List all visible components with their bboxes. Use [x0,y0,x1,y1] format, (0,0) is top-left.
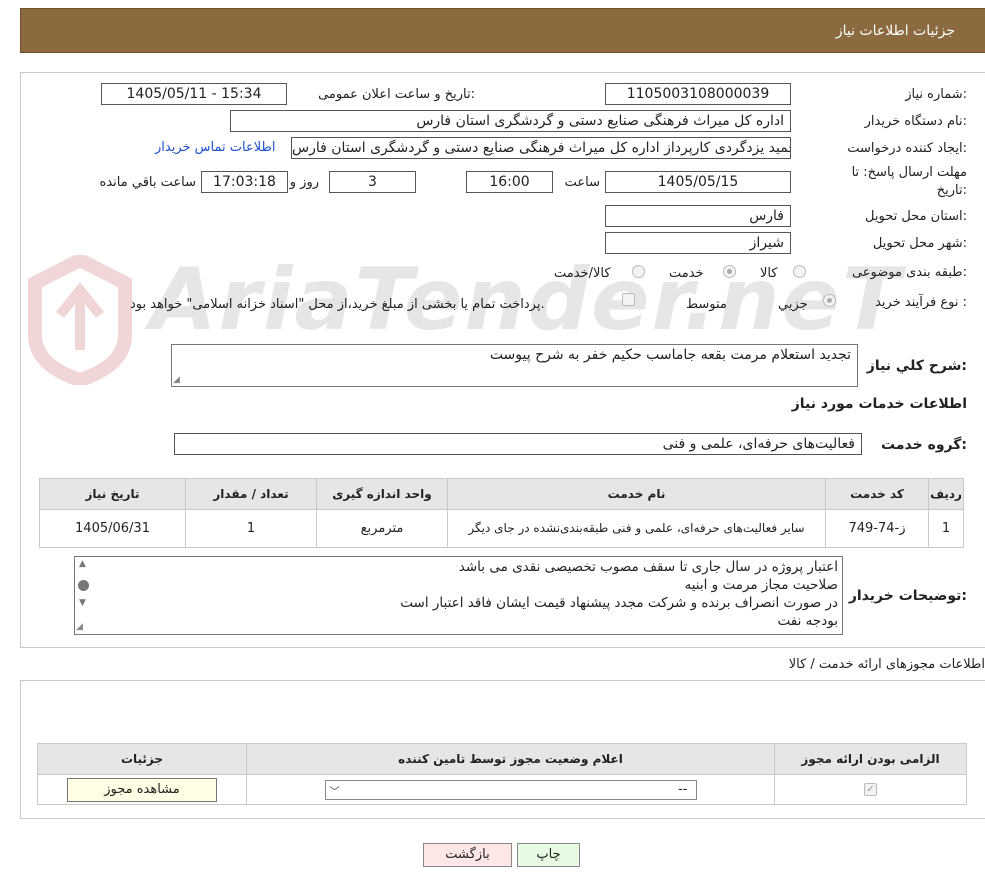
buyer-contact-link[interactable]: اطلاعات تماس خریدار [155,140,275,155]
days-label: روز و [289,175,319,190]
process-medium-label: متوسط [686,297,727,312]
row-unit: مترمربع [316,509,448,548]
announce-date-label: تاریخ و ساعت اعلان عمومی: [318,87,475,102]
permit-required-checkbox[interactable]: ✓ [864,783,877,796]
table-row: ✓ -- ﹀ مشاهده مجوز [37,774,967,805]
table-row: 1 ز-74-749 سایر فعالیت‌های حرفه‌ای، علمی… [39,509,964,548]
col-row: ردیف [928,478,964,510]
view-permit-button[interactable]: مشاهده مجوز [67,777,217,802]
city-label: شهر محل تحویل: [872,236,967,251]
page-header: جزئیات اطلاعات نیاز [20,8,985,53]
summary-label: شرح کلي نياز: [866,358,967,374]
services-section-title: اطلاعات خدمات مورد نیاز [791,396,967,412]
row-qty: 1 [185,509,317,548]
category-goods-radio[interactable] [793,265,806,278]
province-field: فارس [605,205,791,227]
col-code: کد خدمت [825,478,929,510]
process-minor-label: جزیي [778,297,808,312]
print-button[interactable]: چاپ [517,843,580,867]
back-button[interactable]: بازگشت [423,843,512,867]
category-service-label: خدمت [669,266,704,281]
deadline-time-label: ساعت [564,175,600,190]
services-table-header: ردیف کد خدمت نام خدمت واحد اندازه گیری ت… [39,478,964,510]
row-name: سایر فعالیت‌های حرفه‌ای، علمی و فنی طبقه… [447,509,826,548]
need-number-field: 1105003108000039 [605,83,791,105]
notes-line: بودجه نفت [777,613,838,629]
category-both-radio[interactable] [632,265,645,278]
permits-section-title: اطلاعات مجوزهای ارائه خدمت / کالا [788,657,985,672]
notes-line: در صورت انصراف برنده و شرکت مجدد پیشنهاد… [400,595,838,611]
col-name: نام خدمت [447,478,826,510]
summary-textarea[interactable]: تجدید استعلام مرمت بقعه جاماسب حکیم خفر … [171,344,858,387]
summary-text: تجدید استعلام مرمت بقعه جاماسب حکیم خفر … [489,347,851,363]
treasury-payment-checkbox[interactable] [622,293,635,306]
notes-line: صلاحیت مجاز مرمت و ابنیه [684,577,838,593]
province-label: استان محل تحویل: [865,209,967,224]
permit-required-cell: ✓ [774,774,967,805]
watermark-logo-icon [25,252,135,389]
deadline-time-field: 16:00 [466,171,553,193]
process-type-label: نوع فرآیند خرید : [875,295,967,310]
deadline-date-label: تاریخ: [936,183,967,198]
permit-status-cell: -- ﹀ [246,774,775,805]
days-remaining-field: 3 [329,171,416,193]
notes-scroll-thumb-icon[interactable] [78,580,89,591]
buyer-name-field: اداره کل میراث فرهنگی صنایع دستی و گردشگ… [230,110,791,132]
page-title: جزئیات اطلاعات نیاز [835,23,955,39]
request-creator-field: سیدحمید یزدگردی کارپرداز اداره کل میراث … [291,137,791,159]
permits-table-header: الزامی بودن ارائه مجوز اعلام وضعیت مجوز … [37,743,967,775]
col-permit-details: جزئیات [37,743,247,775]
col-qty: تعداد / مقدار [185,478,317,510]
row-date: 1405/06/31 [39,509,186,548]
permits-table: الزامی بودن ارائه مجوز اعلام وضعیت مجوز … [37,743,967,805]
textarea-resize-icon[interactable]: ◢ [173,375,180,385]
col-unit: واحد اندازه گیری [316,478,448,510]
row-code: ز-74-749 [825,509,929,548]
buyer-name-label: نام دستگاه خریدار: [864,114,967,129]
category-goods-label: کالا [760,266,778,281]
row-index: 1 [928,509,964,548]
category-label: طبقه بندی موضوعی: [851,265,967,280]
buyer-notes-textarea[interactable]: اعتبار پروژه در سال جاری تا سقف مصوب تخص… [74,556,843,635]
request-creator-label: ایجاد کننده درخواست: [847,141,967,156]
textarea-resize-icon[interactable]: ◢ [76,622,83,632]
category-service-radio[interactable] [723,265,736,278]
category-both-label: کالا/خدمت [554,266,611,281]
need-number-label: شماره نیاز: [905,87,967,102]
buyer-notes-label: توضیحات خریدار: [848,588,967,604]
col-permit-status: اعلام وضعیت مجوز توسط تامین کننده [246,743,775,775]
select-value: -- [678,781,688,797]
notes-scroll-up-icon[interactable]: ▲ [79,559,86,569]
service-group-field: فعالیت‌های حرفه‌ای، علمی و فنی [174,433,862,455]
treasury-payment-note: پرداخت تمام یا بخشی از مبلغ خرید،از محل … [130,297,545,312]
service-group-label: گروه خدمت: [881,437,967,453]
process-minor-radio[interactable] [823,294,836,307]
deadline-date-field: 1405/05/15 [605,171,791,193]
remaining-time-field: 17:03:18 [201,171,288,193]
col-date: تاریخ نیاز [39,478,186,510]
announce-date-field: 1405/05/11 - 15:34 [101,83,287,105]
permit-details-cell: مشاهده مجوز [37,774,247,805]
col-permit-required: الزامی بودن ارائه مجوز [774,743,967,775]
notes-scroll-down-icon[interactable]: ▼ [79,598,86,608]
notes-line: اعتبار پروژه در سال جاری تا سقف مصوب تخص… [458,559,838,575]
city-field: شیراز [605,232,791,254]
chevron-down-icon: ﹀ [329,786,340,798]
permit-status-select[interactable]: -- ﹀ [324,779,697,800]
deadline-label: مهلت ارسال پاسخ: تا [851,165,967,180]
remaining-time-label: ساعت باقي مانده [99,175,196,190]
services-table: ردیف کد خدمت نام خدمت واحد اندازه گیری ت… [39,478,964,548]
